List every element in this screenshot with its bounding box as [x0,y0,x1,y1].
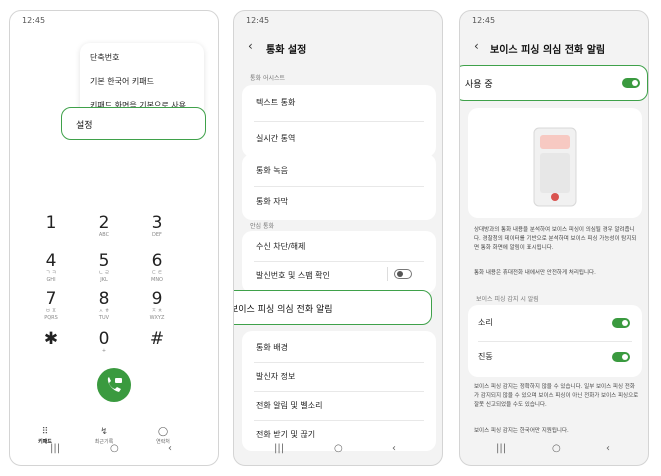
card-call-misc: 통화 배경 발신자 정보 전화 알림 및 벨소리 전화 받기 및 끊기 [242,331,436,451]
spam-id-toggle[interactable] [394,269,412,279]
recent-apps-icon[interactable]: ||| [274,443,284,454]
item-live-translate[interactable]: 실시간 통역 [256,133,295,144]
in-use-switch-row[interactable]: 사용 중 [460,65,648,101]
item-caller-info[interactable]: 발신자 정보 [256,371,295,382]
section-alert-options: 보이스 피싱 감지 시 알림 [476,296,539,303]
status-time: 12:45 [472,16,496,25]
key-6[interactable]: 6ㄷ ㅌ MNO [137,252,177,284]
in-use-toggle[interactable] [622,78,640,88]
voice-phishing-label: 보이스 피싱 의심 전화 알림 [233,305,333,315]
system-navbar: ||| ○ ‹ [234,443,442,457]
settings-label: 설정 [76,121,93,131]
item-ringtones[interactable]: 전화 알림 및 벨소리 [256,400,323,411]
key-star[interactable]: ✱ [31,330,71,348]
page-title: 보이스 피싱 의심 전화 알림 [490,45,606,56]
key-7[interactable]: 7ㅂ ㅍ PQRS [31,290,71,322]
phone-call-settings-screen: 12:45 ‹ 통화 설정 통화 어시스트 텍스트 통화 실시간 통역 통화 녹… [233,10,443,466]
system-navbar: ||| ○ ‹ [10,443,218,457]
home-icon[interactable]: ○ [552,443,561,454]
phone-call-icon [107,377,122,392]
key-9[interactable]: 9ㅈ ㅊ WXYZ [137,290,177,322]
phone-keypad-screen: 12:45 단축번호 기본 한국어 키패드 키패드 화면을 기본으로 사용 설정… [9,10,219,466]
status-time: 12:45 [22,16,46,25]
key-1[interactable]: 1 [31,214,71,232]
overflow-menu: 단축번호 기본 한국어 키패드 키패드 화면을 기본으로 사용 [80,43,204,117]
card-alert-options: 소리 진동 [468,305,642,377]
vibration-toggle[interactable] [612,352,630,362]
item-text-call[interactable]: 텍스트 통화 [256,97,295,108]
illustration-card [468,108,642,218]
card-recording: 통화 녹음 통화 자막 [242,154,436,220]
phone-voice-phishing-screen: 12:45 ‹ 보이스 피싱 의심 전화 알림 사용 중 상대방과의 통화 내용… [459,10,649,466]
key-hash[interactable]: # [137,330,177,348]
keypad-icon: ⠿ [41,427,49,437]
sound-toggle[interactable] [612,318,630,328]
back-nav-icon[interactable]: ‹ [168,443,172,454]
back-arrow-icon[interactable]: ‹ [248,39,253,53]
section-safe-call: 안심 통화 [250,223,274,230]
footer-language-note: 보이스 피싱 감지는 한국어만 지원됩니다. [474,428,569,434]
key-5[interactable]: 5ㄴ ㄹ JKL [84,252,124,284]
back-nav-icon[interactable]: ‹ [606,443,610,454]
card-call-assist: 텍스트 통화 실시간 통역 [242,85,436,157]
description-privacy: 통화 내용은 휴대전화 내에서만 안전하게 처리됩니다. [474,270,596,276]
menu-item-korean-keypad[interactable]: 기본 한국어 키패드 [90,76,154,87]
item-call-background[interactable]: 통화 배경 [256,342,288,353]
home-icon[interactable]: ○ [334,443,343,454]
card-safe-call: 수신 차단/해제 발신번호 및 스팸 확인 [242,231,436,293]
item-caller-spam-id[interactable]: 발신번호 및 스팸 확인 [256,270,330,281]
back-nav-icon[interactable]: ‹ [392,443,396,454]
item-call-recording[interactable]: 통화 녹음 [256,165,288,176]
status-time: 12:45 [246,16,270,25]
item-call-captions[interactable]: 통화 자막 [256,196,288,207]
key-3[interactable]: 3 DEF [137,214,177,239]
in-use-label: 사용 중 [465,80,493,90]
contacts-icon: ◯ [157,427,169,437]
description-analysis: 상대방과의 통화 내용을 분석하여 보이스 피싱이 의심될 경우 알려줍니다. … [474,227,637,251]
menu-item-settings[interactable]: 설정 [61,107,206,140]
recent-apps-icon[interactable]: ||| [496,443,506,454]
option-vibration: 진동 [478,352,493,361]
page-title: 통화 설정 [266,45,307,56]
key-2[interactable]: 2 ABC [84,214,124,239]
recent-apps-icon[interactable]: ||| [50,443,60,454]
back-arrow-icon[interactable]: ‹ [474,39,479,53]
phone-alert-illustration [533,127,577,207]
item-voice-phishing-alert[interactable]: 보이스 피싱 의심 전화 알림 [233,290,432,325]
key-8[interactable]: 8ㅅ ㅎ TUV [84,290,124,322]
system-navbar: ||| ○ ‹ [460,443,648,457]
section-call-assist: 통화 어시스트 [250,75,286,82]
item-answer-end[interactable]: 전화 받기 및 끊기 [256,429,315,440]
footer-accuracy-note: 보이스 피싱 감지는 정확하지 않을 수 있습니다. 일부 보이스 피싱 전화가… [474,384,639,408]
item-block-numbers[interactable]: 수신 차단/해제 [256,241,305,252]
recents-icon: ↯ [100,427,108,437]
key-4[interactable]: 4ㄱ ㅋ GHI [31,252,71,284]
option-sound: 소리 [478,318,493,327]
key-0[interactable]: 0 + [84,330,124,355]
menu-item-speed-dial[interactable]: 단축번호 [90,52,119,63]
call-button[interactable] [97,368,131,402]
home-icon[interactable]: ○ [110,443,119,454]
